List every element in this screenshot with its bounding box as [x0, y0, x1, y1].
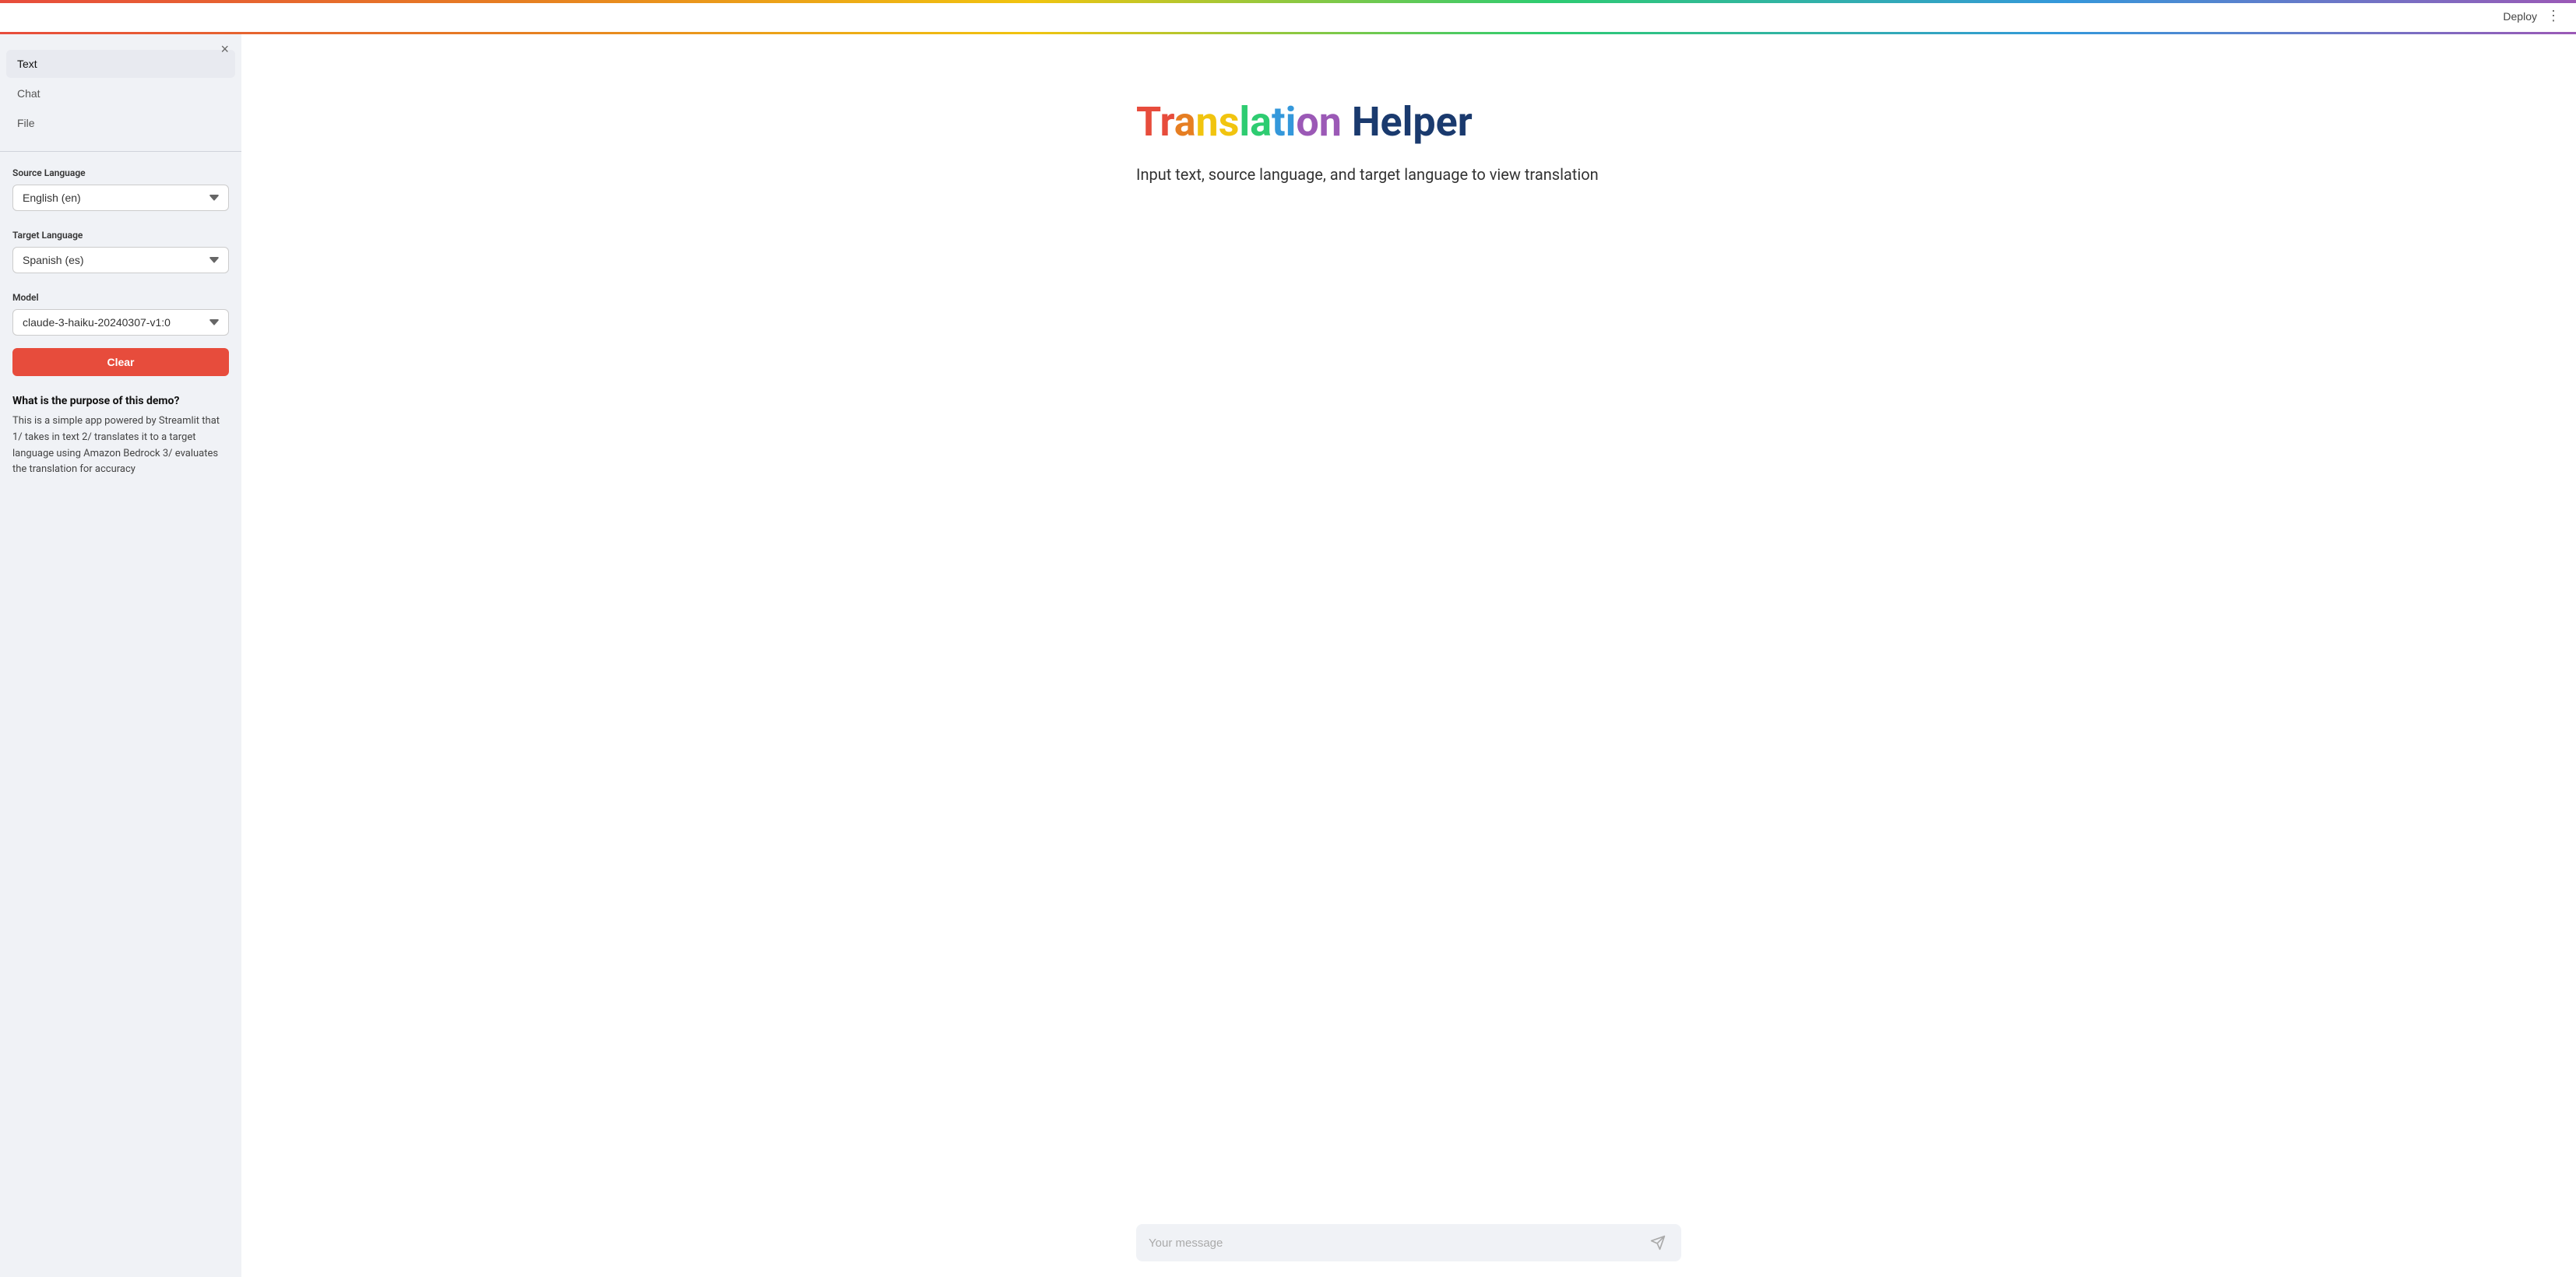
main-content: Translation Helper Input text, source la…	[241, 3, 2576, 1277]
sidebar-close-button[interactable]: ×	[220, 42, 229, 56]
app-title: Translation Helper	[1136, 100, 1681, 144]
gradient-bar	[0, 0, 2576, 3]
target-language-select[interactable]: Spanish (es) English (en) French (fr) Ge…	[12, 247, 229, 273]
title-a2: a	[1250, 98, 1272, 146]
source-language-section: Source Language English (en) Spanish (es…	[0, 158, 241, 220]
title-s: s	[1219, 98, 1240, 146]
sidebar-divider-1	[0, 151, 241, 152]
sidebar-info: What is the purpose of this demo? This i…	[0, 389, 241, 491]
title-n: n	[1196, 98, 1219, 146]
chat-input-area	[241, 1224, 2576, 1261]
deploy-button[interactable]: Deploy	[2503, 10, 2537, 23]
target-language-label: Target Language	[12, 230, 229, 241]
chat-input[interactable]	[1149, 1237, 1641, 1250]
sidebar: × Text Chat File Source Language English…	[0, 3, 241, 1277]
app-subtitle: Input text, source language, and target …	[1136, 163, 1642, 186]
model-label: Model	[12, 292, 229, 303]
title-o: o	[1296, 98, 1318, 146]
target-language-section: Target Language Spanish (es) English (en…	[0, 220, 241, 283]
send-button[interactable]	[1647, 1232, 1669, 1254]
chat-input-wrapper	[1136, 1224, 1681, 1261]
sidebar-item-text[interactable]: Text	[6, 50, 235, 78]
model-select[interactable]: claude-3-haiku-20240307-v1:0 claude-3-so…	[12, 309, 229, 336]
clear-button[interactable]: Clear	[12, 348, 229, 376]
sidebar-nav: Text Chat File	[0, 37, 241, 145]
title-T: T	[1136, 98, 1160, 146]
title-a: a	[1174, 98, 1196, 146]
top-bar-right: Deploy ⋮	[2503, 9, 2560, 23]
title-n2: n	[1319, 98, 1342, 146]
title-l: l	[1239, 98, 1250, 146]
title-helper: Helper	[1352, 98, 1473, 146]
top-bar: Deploy ⋮	[0, 0, 2576, 34]
sidebar-info-title: What is the purpose of this demo?	[12, 395, 229, 407]
title-t: t	[1272, 98, 1286, 146]
title-r: r	[1160, 98, 1174, 146]
source-language-label: Source Language	[12, 167, 229, 178]
title-container: Translation Helper Input text, source la…	[1136, 100, 1681, 186]
send-icon	[1650, 1235, 1666, 1251]
main-body: Translation Helper Input text, source la…	[241, 37, 2576, 1277]
app-layout: × Text Chat File Source Language English…	[0, 0, 2576, 1277]
source-language-select[interactable]: English (en) Spanish (es) French (fr) Ge…	[12, 185, 229, 211]
sidebar-info-text: This is a simple app powered by Streamli…	[12, 413, 229, 478]
more-icon[interactable]: ⋮	[2546, 9, 2560, 23]
title-i: i	[1286, 98, 1297, 146]
sidebar-item-file[interactable]: File	[6, 109, 235, 137]
sidebar-item-chat[interactable]: Chat	[6, 79, 235, 107]
model-section: Model claude-3-haiku-20240307-v1:0 claud…	[0, 283, 241, 345]
